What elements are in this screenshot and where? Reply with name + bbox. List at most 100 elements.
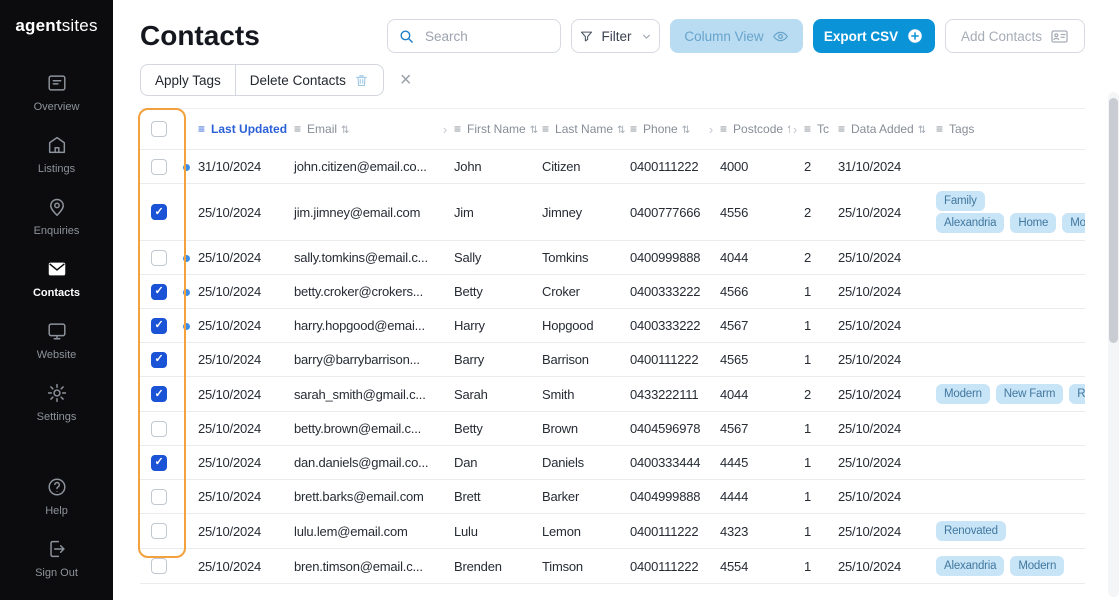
column-header-email[interactable]: ≡ Email ⇅ — [290, 108, 440, 150]
row-checkbox[interactable]: ✓ — [151, 454, 167, 471]
cell-tc: 1 — [800, 479, 834, 514]
page-header: Contacts Filter Column View Export CSV — [140, 14, 1085, 58]
overview-icon — [46, 72, 68, 94]
column-label: Email — [307, 122, 338, 136]
sidebar-item-listings[interactable]: Listings — [0, 124, 113, 186]
cell-last-name: Citizen — [538, 149, 626, 184]
column-header-first_name[interactable]: ≡ First Name ⇅ — [450, 108, 538, 150]
cell-last-name: Tomkins — [538, 240, 626, 275]
cell-first-name: Betty — [450, 411, 538, 446]
collapsed-column-toggle[interactable]: › — [440, 108, 450, 150]
row-checkbox[interactable] — [151, 420, 167, 437]
row-checkbox[interactable]: ✓ — [151, 351, 167, 368]
cell-last-name: Barrison — [538, 342, 626, 377]
cell-last-updated: 25/10/2024 — [194, 479, 290, 514]
collapsed-column-toggle[interactable]: › — [790, 108, 800, 150]
tag-pill: Renovated — [936, 521, 1006, 541]
sidebar-item-label: Help — [45, 505, 68, 517]
contact-row: ✓ 25/10/2024 betty.croker@crokers... Betty C… — [140, 274, 1085, 309]
column-menu-icon: ≡ — [198, 122, 206, 136]
brand-logo: agentsites — [15, 16, 97, 36]
add-contacts-button[interactable]: Add Contacts — [945, 19, 1085, 53]
column-header-postcode[interactable]: ≡ Postcode⇅ — [716, 108, 790, 150]
delete-contacts-button[interactable]: Delete Contacts — [236, 65, 383, 95]
sidebar-item-overview[interactable]: Overview — [0, 62, 113, 124]
cell-email: lulu.lem@email.com — [290, 513, 440, 549]
bulk-actions-group: Apply Tags Delete Contacts — [140, 64, 384, 96]
cell-phone: 0404596978 — [626, 411, 706, 446]
cell-postcode: 4044 — [716, 240, 790, 275]
export-csv-button[interactable]: Export CSV — [813, 19, 935, 53]
row-checkbox[interactable]: ✓ — [151, 386, 167, 403]
sort-icon: ⇅ — [787, 125, 790, 136]
filter-label: Filter — [601, 28, 632, 44]
sidebar-item-enquiries[interactable]: Enquiries — [0, 186, 113, 248]
sort-icon: ⇅ — [341, 125, 350, 136]
cell-last-updated: 25/10/2024 — [194, 240, 290, 275]
cell-last-name: Daniels — [538, 445, 626, 480]
column-label: Tags — [949, 122, 975, 136]
cell-tags — [932, 149, 1085, 184]
cell-last-updated: 25/10/2024 — [194, 183, 290, 241]
sidebar-item-label: Contacts — [32, 287, 81, 299]
cell-tc: 1 — [800, 411, 834, 446]
column-view-button[interactable]: Column View — [670, 19, 803, 53]
search-input[interactable] — [423, 27, 550, 45]
row-checkbox[interactable] — [151, 488, 167, 505]
filter-button[interactable]: Filter — [571, 19, 660, 53]
cell-data-added: 25/10/2024 — [834, 479, 932, 514]
cell-email: harry.hopgood@emai... — [290, 308, 440, 343]
row-checkbox[interactable]: ✓ — [151, 317, 167, 334]
row-checkbox[interactable] — [151, 558, 167, 575]
scrollbar-thumb[interactable] — [1109, 98, 1118, 343]
column-header-tags[interactable]: ≡ Tags — [932, 108, 1085, 150]
column-header-tc[interactable]: ≡ Tc — [800, 108, 834, 150]
tag-pill: Modern — [1062, 213, 1085, 233]
cell-last-name: Brown — [538, 411, 626, 446]
cell-first-name: Barry — [450, 342, 538, 377]
cell-postcode: 4445 — [716, 445, 790, 480]
sidebar-item-settings[interactable]: Settings — [0, 372, 113, 434]
apply-tags-button[interactable]: Apply Tags — [141, 65, 235, 95]
column-menu-icon: ≡ — [542, 122, 550, 136]
column-header-phone[interactable]: ≡ Phone ⇅ — [626, 108, 706, 150]
cell-email: sally.tomkins@email.c... — [290, 240, 440, 275]
column-header-last_name[interactable]: ≡ Last Name ⇅ — [538, 108, 626, 150]
cell-tags: FamilyAlexandriaHomeModern — [932, 183, 1085, 241]
cell-tags — [932, 479, 1085, 514]
cell-data-added: 25/10/2024 — [834, 274, 932, 309]
scrollbar-track[interactable] — [1108, 92, 1119, 597]
tag-pill: Home — [1010, 213, 1057, 233]
sidebar-item-website[interactable]: Website — [0, 310, 113, 372]
column-header-last_updated[interactable]: ≡Last Updated⇅ — [194, 108, 290, 150]
table-header-row: ≡Last Updated⇅≡Email⇅›≡First Name⇅≡Last … — [140, 108, 1085, 150]
cell-tags — [932, 411, 1085, 446]
column-menu-icon: ≡ — [294, 122, 302, 136]
cell-email: betty.croker@crokers... — [290, 274, 440, 309]
column-label: Tc — [817, 122, 830, 136]
row-checkbox[interactable] — [151, 249, 167, 266]
sidebar-nav: Overview Listings Enquiries Contacts Website… — [0, 62, 113, 434]
tag-pill: New Farm — [995, 384, 1064, 404]
cell-tags — [932, 445, 1085, 480]
sidebar-item-signout[interactable]: Sign Out — [0, 528, 113, 590]
contact-row: ✓ 25/10/2024 barry@barrybarrison... Barry Ba… — [140, 342, 1085, 377]
cell-first-name: Brenden — [450, 548, 538, 584]
row-checkbox[interactable] — [151, 523, 167, 540]
row-checkbox[interactable]: ✓ — [151, 204, 167, 221]
cell-data-added: 25/10/2024 — [834, 342, 932, 377]
column-header-data_added[interactable]: ≡ Data Added ⇅ — [834, 108, 932, 150]
collapsed-column-toggle[interactable]: › — [706, 108, 716, 150]
sidebar-item-help[interactable]: Help — [0, 466, 113, 528]
row-checkbox[interactable]: ✓ — [151, 283, 167, 300]
sidebar-item-contacts[interactable]: Contacts — [0, 248, 113, 310]
select-all-checkbox[interactable] — [151, 121, 167, 137]
cell-last-updated: 25/10/2024 — [194, 411, 290, 446]
cell-email: brett.barks@email.com — [290, 479, 440, 514]
close-icon[interactable]: × — [396, 70, 416, 90]
search-box[interactable] — [387, 19, 561, 53]
column-menu-icon: ≡ — [454, 122, 462, 136]
row-checkbox[interactable] — [151, 158, 167, 175]
contact-row: 25/10/2024 betty.brown@email.c... Betty Bro… — [140, 411, 1085, 446]
contact-row: ✓ 25/10/2024 sarah_smith@gmail.c... Sarah Sm… — [140, 376, 1085, 412]
